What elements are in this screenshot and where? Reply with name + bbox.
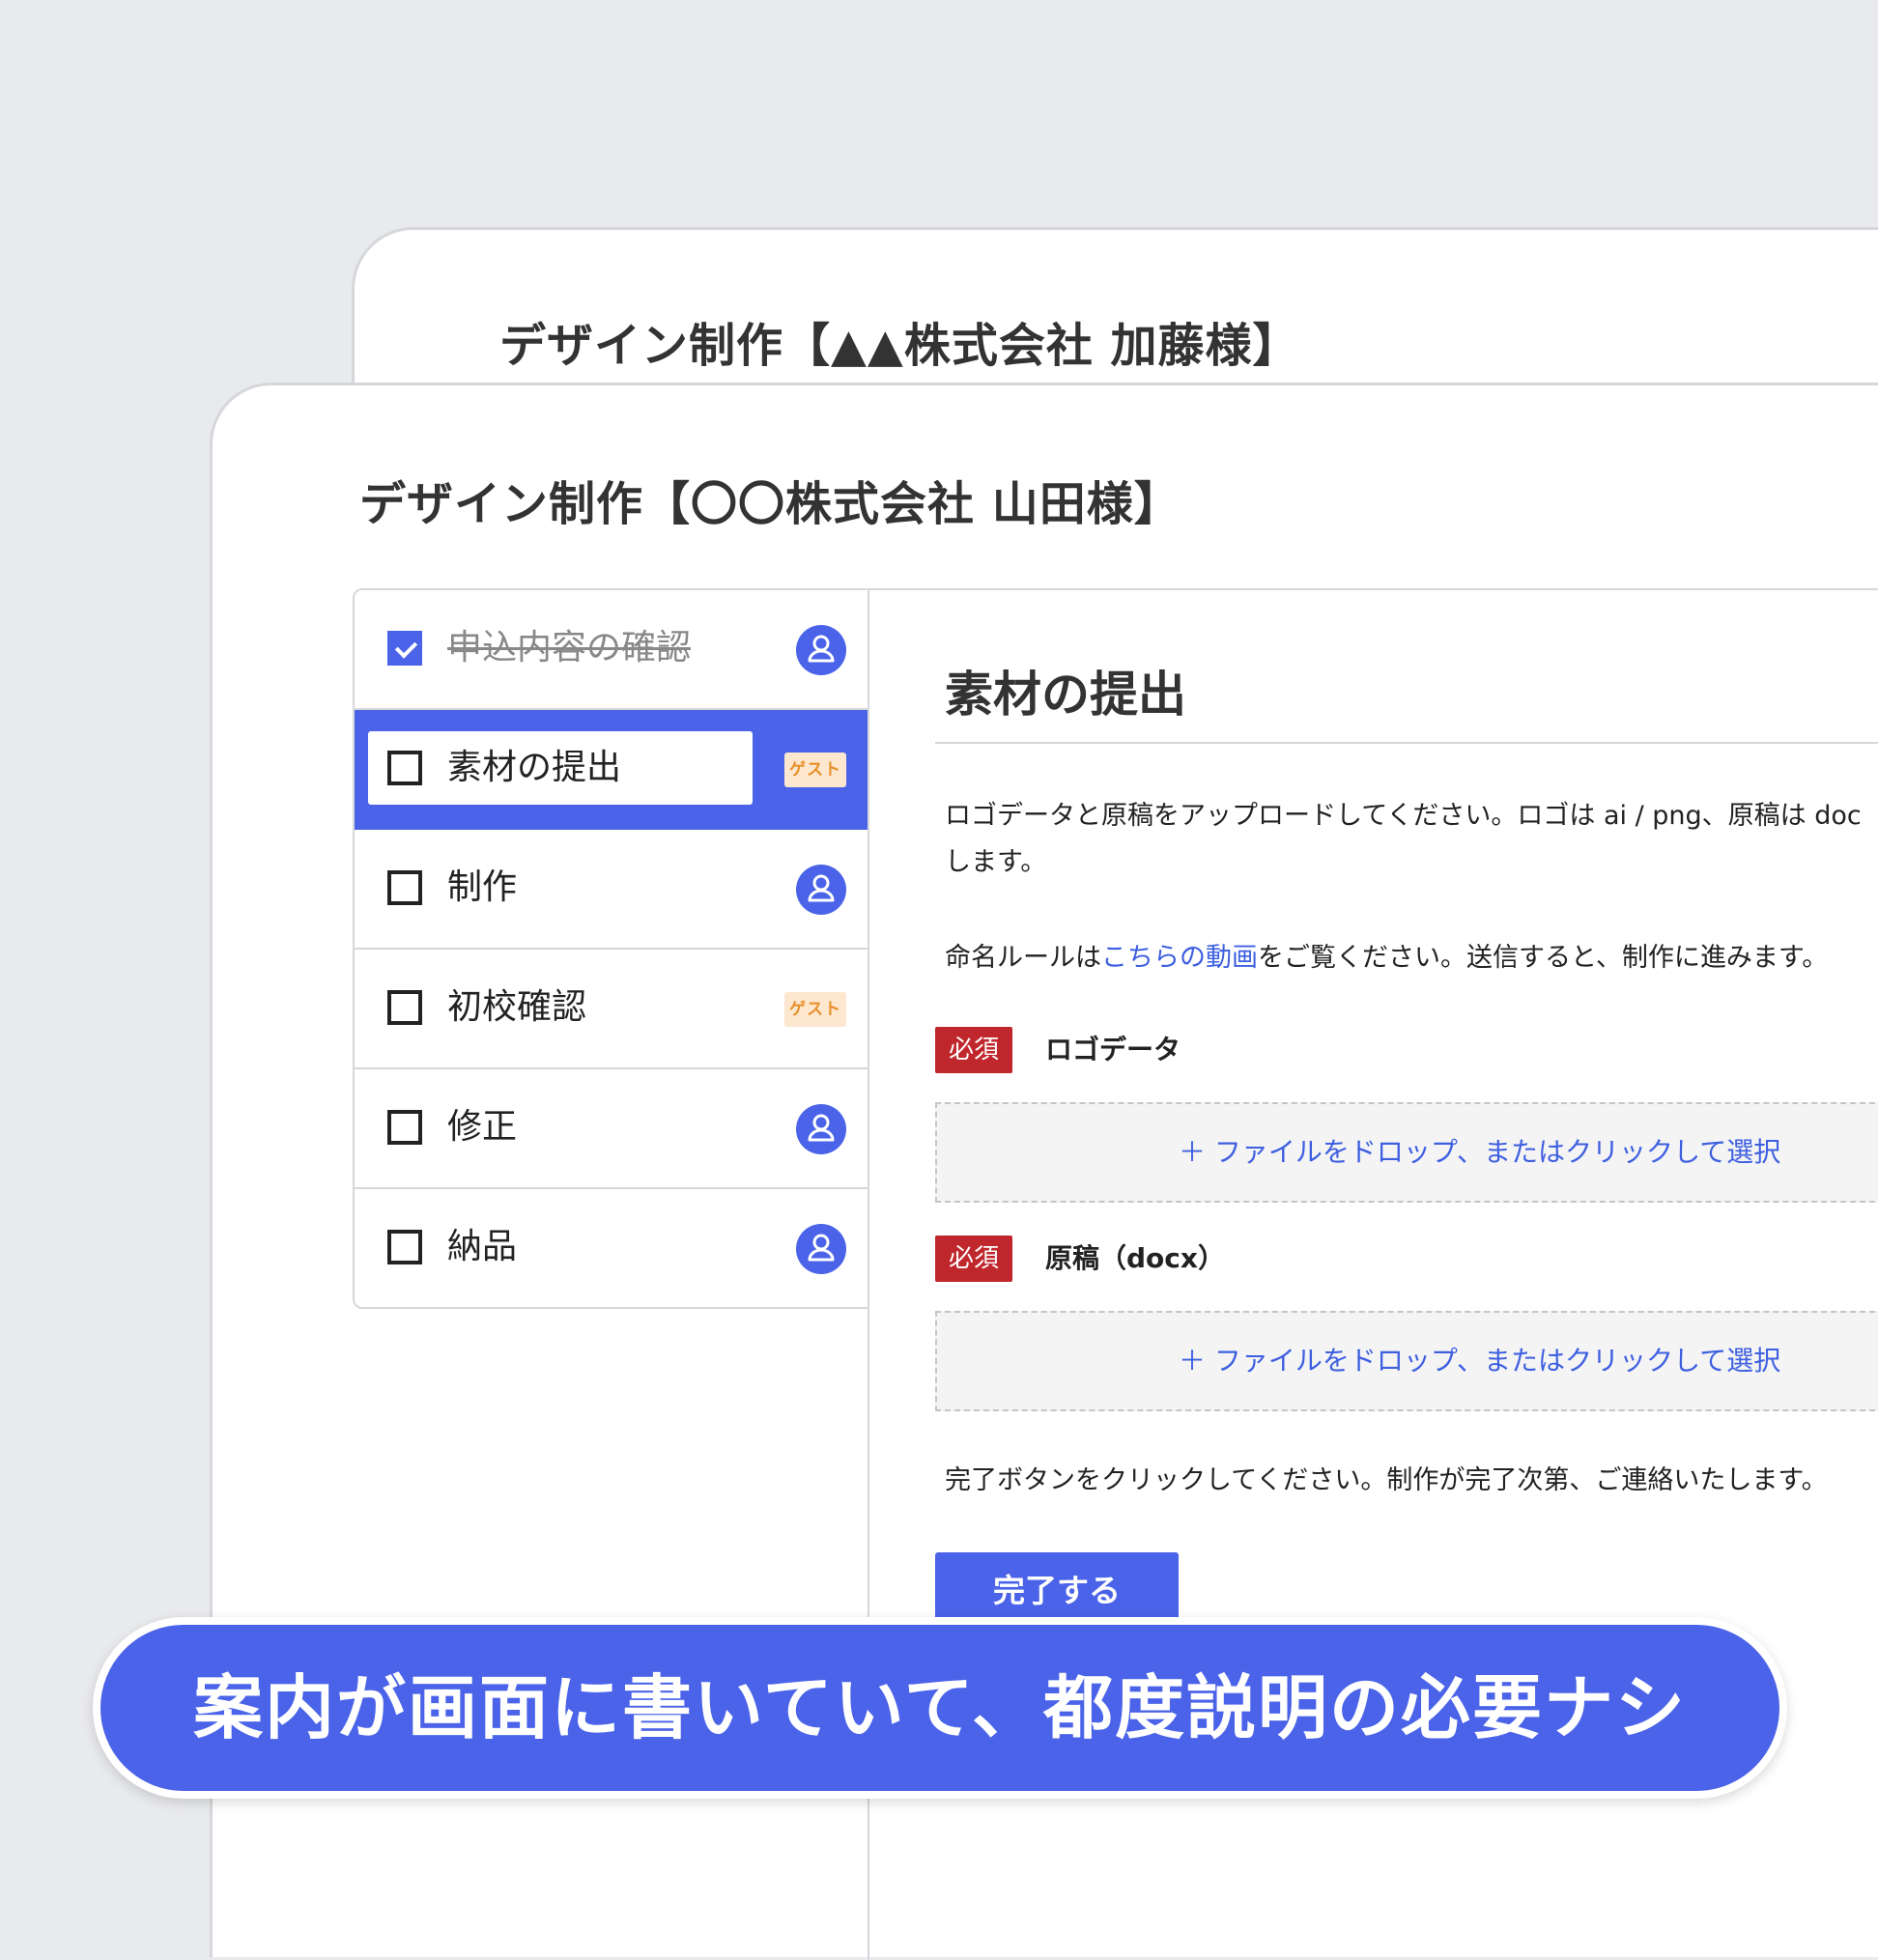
user-icon [796, 1224, 846, 1274]
task-label: 素材の提出 [447, 748, 622, 787]
checkbox-icon[interactable] [387, 1230, 422, 1264]
task-label: 初校確認 [447, 987, 587, 1027]
logo-dropzone[interactable]: ＋ ファイルをドロップ、またはクリックして選択 [935, 1102, 1878, 1203]
task-item-first-proof[interactable]: 初校確認 ゲスト [355, 950, 868, 1069]
project-title: デザイン制作【〇〇株式会社 山田様】 [359, 477, 1181, 531]
task-item-inner: 申込内容の確認 [368, 611, 753, 685]
checkbox-icon[interactable] [387, 990, 422, 1025]
task-item-inner: 素材の提出 [368, 731, 753, 805]
task-item-inner: 初校確認 [368, 971, 753, 1044]
checkbox-checked-icon[interactable] [387, 631, 422, 666]
checkbox-icon[interactable] [387, 751, 422, 785]
naming-rule-suffix: をご覧ください。送信すると、制作に進みます。 [1258, 943, 1829, 973]
field-label: 原稿（docx） [1045, 1242, 1225, 1274]
task-label: 制作 [447, 867, 518, 907]
task-item-inner: 制作 [368, 851, 753, 924]
manuscript-dropzone[interactable]: ＋ ファイルをドロップ、またはクリックして選択 [935, 1311, 1878, 1411]
task-item-submit-materials[interactable]: 素材の提出 ゲスト [355, 710, 868, 830]
task-item-inner: 納品 [368, 1210, 753, 1284]
field-label: ロゴデータ [1045, 1034, 1181, 1065]
dropzone-text: ＋ ファイルをドロップ、またはクリックして選択 [1179, 1136, 1781, 1168]
caption-banner: 案内が画面に書いていて、都度説明の必要ナシ [93, 1617, 1787, 1799]
upload-instruction-line2: します。 [945, 847, 1047, 877]
guest-badge: ゲスト [784, 753, 846, 787]
naming-rule-prefix: 命名ルールは [945, 943, 1101, 973]
dropzone-text: ＋ ファイルをドロップ、またはクリックして選択 [1179, 1345, 1781, 1377]
task-item-confirm-application[interactable]: 申込内容の確認 [355, 590, 868, 710]
user-icon [796, 625, 846, 675]
task-detail-title: 素材の提出 [945, 667, 1186, 723]
completion-instruction: 完了ボタンをクリックしてください。制作が完了次第、ご連絡いたします。 [945, 1465, 1828, 1495]
task-label: 申込内容の確認 [447, 628, 692, 668]
caption-text: 案内が画面に書いていて、都度説明の必要ナシ [192, 1667, 1688, 1748]
naming-rule-instruction: 命名ルールはこちらの動画をご覧ください。送信すると、制作に進みます。 [945, 935, 1828, 981]
checkbox-icon[interactable] [387, 870, 422, 905]
project-title-back: デザイン制作【▲▲株式会社 加藤様】 [499, 319, 1300, 373]
user-icon [796, 865, 846, 915]
guest-badge: ゲスト [784, 992, 846, 1027]
task-list: 申込内容の確認 素材の提出 ゲスト 制作 初校確認 ゲスト 修正 納品 [353, 588, 868, 1309]
checkbox-icon[interactable] [387, 1110, 422, 1145]
upload-instruction-line1: ロゴデータと原稿をアップロードしてください。ロゴは ai / png、原稿は d… [945, 801, 1862, 831]
required-badge: 必須 [935, 1027, 1012, 1073]
task-item-inner: 修正 [368, 1091, 753, 1164]
user-icon [796, 1104, 846, 1154]
task-label: 修正 [447, 1107, 518, 1147]
divider [935, 742, 1878, 744]
task-label: 納品 [447, 1227, 518, 1266]
upload-instruction: ロゴデータと原稿をアップロードしてください。ロゴは ai / png、原稿は d… [945, 793, 1862, 886]
video-link[interactable]: こちらの動画 [1101, 943, 1258, 973]
required-badge: 必須 [935, 1236, 1012, 1282]
task-item-revision[interactable]: 修正 [355, 1069, 868, 1189]
task-item-delivery[interactable]: 納品 [355, 1189, 868, 1307]
task-item-production[interactable]: 制作 [355, 830, 868, 950]
